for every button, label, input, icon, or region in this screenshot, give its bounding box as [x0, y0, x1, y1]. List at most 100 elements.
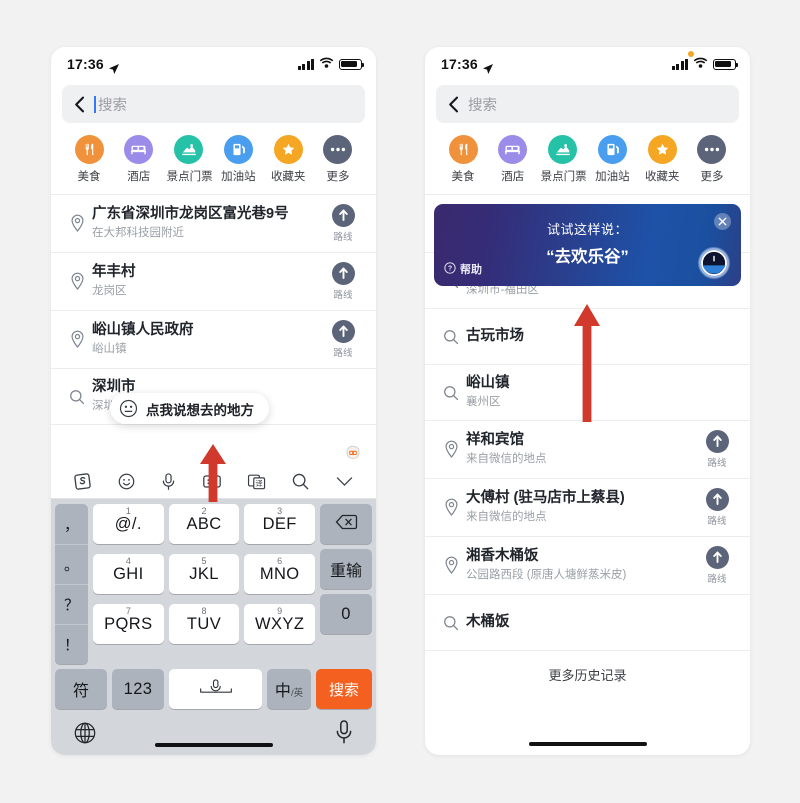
status-bar-left: 17:36	[51, 47, 376, 81]
search-bar-right[interactable]: 搜索	[436, 85, 739, 123]
redo-key[interactable]: 重输	[320, 549, 372, 589]
list-item[interactable]: 大傅村 (驻马店市上蔡县) 来自微信的地点 路线	[425, 479, 750, 537]
key-5[interactable]: 5 JKL	[168, 554, 240, 594]
wifi-icon	[319, 55, 334, 73]
voice-hint-tooltip[interactable]: 点我说想去的地方	[110, 393, 269, 424]
route-arrow-icon	[331, 204, 355, 227]
voice-assistant-avatar-icon[interactable]	[697, 246, 731, 280]
list-item[interactable]: 祥和宾馆 来自微信的地点 路线	[425, 421, 750, 479]
status-time: 17:36	[441, 56, 493, 74]
collapse-chevron-icon[interactable]	[335, 475, 354, 488]
route-button[interactable]: 路线	[698, 488, 736, 527]
chevron-left-icon[interactable]	[448, 96, 459, 113]
category-restaurant[interactable]: 美食	[67, 135, 111, 184]
route-button[interactable]: 路线	[324, 262, 362, 301]
close-circle-icon[interactable]	[714, 213, 731, 230]
list-item-subtitle: 峪山镇	[92, 343, 127, 356]
search-bar-left[interactable]: 搜索	[62, 85, 365, 123]
globe-icon[interactable]	[73, 721, 97, 750]
key-3[interactable]: 3 DEF	[244, 504, 316, 544]
gas-station-icon	[597, 135, 627, 164]
backspace-key[interactable]	[320, 504, 372, 544]
keyboard-keys: ， 。 ？ ！ 1 @/. 2 ABC 3 DEF 4 GHI 5 JKL 6 …	[51, 499, 376, 713]
map-pin-icon	[438, 440, 464, 459]
key-1[interactable]: 1 @/.	[93, 504, 164, 544]
route-button[interactable]: 路线	[324, 204, 362, 243]
category-hotel[interactable]: 酒店	[117, 135, 161, 184]
list-item[interactable]: 年丰村 龙岗区 路线	[51, 253, 376, 311]
list-item-text: 年丰村 龙岗区	[90, 263, 324, 300]
search-input-left[interactable]: 搜索	[94, 94, 127, 115]
key-0[interactable]: 0	[320, 594, 372, 634]
route-arrow-icon	[331, 262, 355, 285]
category-favorites[interactable]: 收藏夹	[266, 135, 310, 184]
key-comma[interactable]: ，	[55, 504, 88, 544]
route-button[interactable]: 路线	[698, 546, 736, 585]
key-zero-label: 0	[341, 604, 351, 623]
key-4[interactable]: 4 GHI	[93, 554, 164, 594]
attraction-ticket-icon	[548, 135, 578, 164]
chevron-left-icon[interactable]	[74, 96, 85, 113]
home-indicator[interactable]	[528, 741, 647, 746]
symbol-key[interactable]: 符	[55, 669, 107, 709]
list-item[interactable]: 广东省深圳市龙岗区富光巷9号 在大邦科技园附近 路线	[51, 195, 376, 253]
key-8[interactable]: 8 TUV	[168, 604, 240, 644]
key-letters: MNO	[259, 564, 300, 583]
category-more[interactable]: 更多	[690, 135, 734, 184]
list-item[interactable]: 木桶饭	[425, 595, 750, 651]
key-question[interactable]: ？	[55, 584, 88, 624]
category-gas-station[interactable]: 加油站	[216, 135, 260, 184]
voice-banner-help[interactable]: ? 帮助	[444, 261, 482, 277]
key-number: 9	[277, 606, 283, 616]
route-button[interactable]: 路线	[324, 320, 362, 359]
category-favorites[interactable]: 收藏夹	[640, 135, 684, 184]
keyboard-dock	[51, 713, 376, 755]
list-item-text: 大傅村 (驻马店市上蔡县) 来自微信的地点	[464, 489, 698, 526]
restaurant-icon	[448, 135, 478, 164]
search-confirm-label: 搜索	[328, 681, 359, 699]
search-confirm-key[interactable]: 搜索	[316, 669, 372, 709]
voice-banner-line1: 试试这样说：	[546, 222, 628, 237]
key-exclamation[interactable]: ！	[55, 624, 88, 664]
category-more[interactable]: 更多	[316, 135, 360, 184]
home-indicator[interactable]	[154, 742, 273, 747]
key-number: 6	[277, 556, 283, 566]
star-favorite-icon	[273, 135, 303, 164]
key-period[interactable]: 。	[55, 544, 88, 584]
space-key[interactable]	[169, 669, 262, 709]
route-label: 路线	[707, 516, 727, 527]
key-9[interactable]: 9 WXYZ	[244, 604, 316, 644]
cellular-signal-icon	[671, 58, 688, 70]
route-button[interactable]: 路线	[698, 430, 736, 469]
numeric-key[interactable]: 123	[112, 669, 164, 709]
category-hotel[interactable]: 酒店	[491, 135, 535, 184]
category-gas-station[interactable]: 加油站	[590, 135, 634, 184]
more-history-button[interactable]: 更多历史记录	[425, 651, 750, 694]
voice-suggestion-banner[interactable]: 试试这样说： “去欢乐谷” ? 帮助	[434, 204, 741, 286]
route-label: 路线	[333, 290, 353, 301]
translate-icon[interactable]: 译	[247, 473, 267, 491]
sogou-badge-icon[interactable]	[343, 443, 363, 463]
category-restaurant[interactable]: 美食	[441, 135, 485, 184]
emoji-icon[interactable]	[117, 472, 136, 491]
sogou-logo-icon[interactable]	[73, 472, 92, 491]
category-attraction[interactable]: 景点门票	[167, 135, 213, 184]
microphone-icon[interactable]	[160, 472, 177, 491]
search-icon[interactable]	[291, 472, 310, 491]
keypad-row: 4 GHI 5 JKL 6 MNO	[93, 554, 316, 594]
phone-left: 17:36 搜索 美食 酒店 景点门票 加油站 收藏夹 更多 广东省深圳市龙岗区…	[51, 47, 376, 755]
list-item[interactable]: 湘香木桶饭 公园路西段 (原唐人塘鲜蒸米皮) 路线	[425, 537, 750, 595]
language-toggle-key[interactable]: 中 /英	[267, 669, 311, 709]
microphone-icon[interactable]	[334, 719, 354, 750]
voice-hint-label: 点我说想去的地方	[146, 402, 254, 418]
list-item-subtitle: 来自微信的地点	[466, 453, 547, 466]
list-item[interactable]: 峪山镇人民政府 峪山镇 路线	[51, 311, 376, 369]
list-item-text: 木桶饭	[464, 613, 698, 632]
category-attraction[interactable]: 景点门票	[541, 135, 587, 184]
key-6[interactable]: 6 MNO	[244, 554, 316, 594]
voice-banner-text: 试试这样说： “去欢乐谷”	[434, 219, 741, 267]
key-7[interactable]: 7 PQRS	[93, 604, 164, 644]
key-2[interactable]: 2 ABC	[168, 504, 240, 544]
search-history-icon	[438, 329, 464, 345]
status-indicators	[297, 55, 364, 73]
